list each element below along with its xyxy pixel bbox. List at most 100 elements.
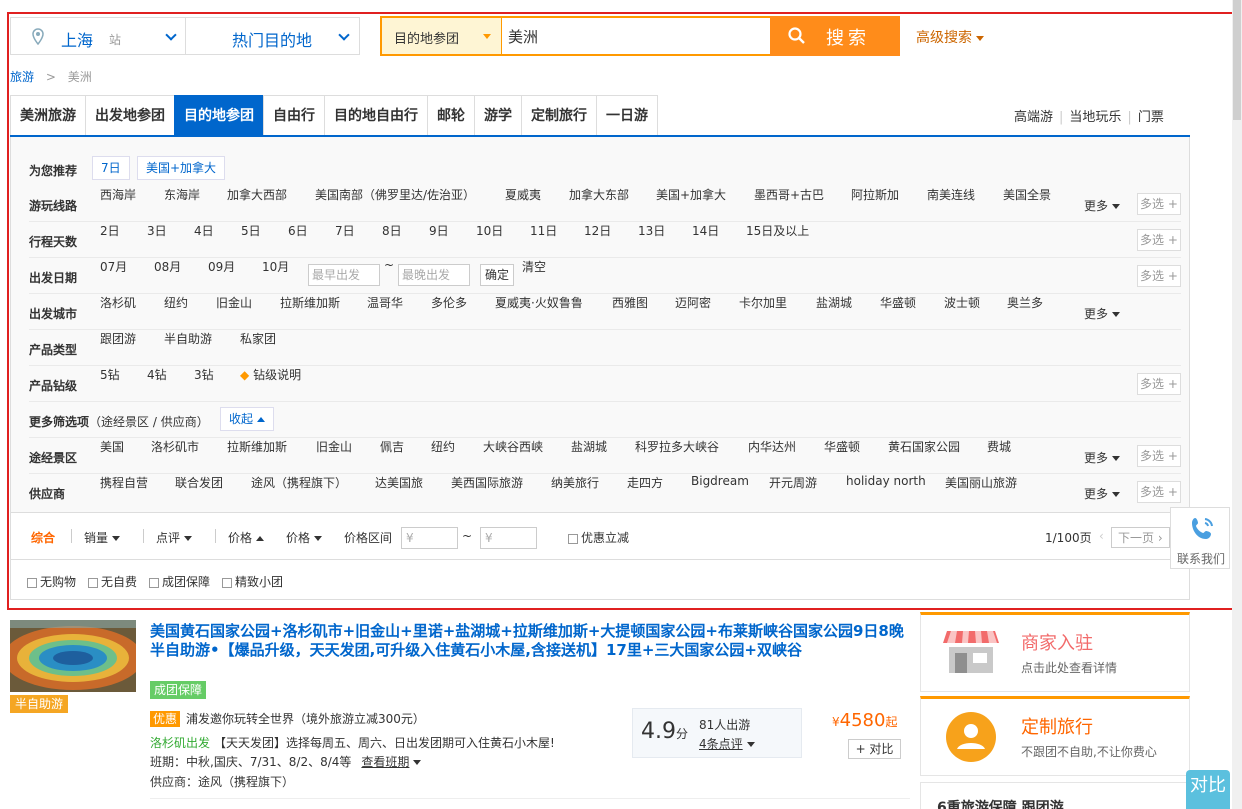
scrollbar-thumb[interactable] xyxy=(1233,0,1241,120)
spot-option[interactable]: 黄石国家公园 xyxy=(888,438,960,455)
date-clear-link[interactable]: 清空 xyxy=(522,258,546,275)
tab-free-travel[interactable]: 自由行 xyxy=(263,95,324,137)
check-no-shopping[interactable]: 无购物 xyxy=(27,573,76,590)
city-option[interactable]: 多伦多 xyxy=(431,294,467,311)
supplier-option[interactable]: 走四方 xyxy=(627,474,663,491)
route-option[interactable]: 加拿大西部 xyxy=(227,186,287,203)
search-button[interactable]: 搜索 xyxy=(770,16,900,56)
date-confirm-button[interactable]: 确定 xyxy=(480,264,514,286)
supplier-option[interactable]: 纳美旅行 xyxy=(551,474,599,491)
price-max-input[interactable]: ¥ xyxy=(480,527,537,549)
link-tickets[interactable]: 门票 xyxy=(1138,110,1164,125)
sort-sales[interactable]: 销量 xyxy=(84,529,121,546)
city-option[interactable]: 洛杉矶 xyxy=(100,294,136,311)
supplier-option[interactable]: 开元周游 xyxy=(769,474,817,491)
days-option[interactable]: 14日 xyxy=(692,222,719,239)
tab-day-trip[interactable]: 一日游 xyxy=(596,95,658,137)
days-option[interactable]: 2日 xyxy=(100,222,120,239)
month-option[interactable]: 08月 xyxy=(154,258,181,275)
days-option[interactable]: 3日 xyxy=(147,222,167,239)
city-option[interactable]: 拉斯维加斯 xyxy=(280,294,340,311)
days-option[interactable]: 12日 xyxy=(584,222,611,239)
type-option[interactable]: 私家团 xyxy=(240,330,276,347)
spot-option[interactable]: 美国 xyxy=(100,438,124,455)
discount-checkbox[interactable]: 优惠立减 xyxy=(568,529,629,546)
search-input[interactable] xyxy=(504,18,770,54)
link-luxury[interactable]: 高端游 xyxy=(1014,110,1053,125)
date-to-input[interactable]: 最晚出发 xyxy=(398,264,470,286)
spot-option[interactable]: 旧金山 xyxy=(316,438,352,455)
custom-travel-card[interactable]: 定制旅行 不跟团不自助,不让你费心 xyxy=(920,696,1190,776)
spot-option[interactable]: 洛杉矶市 xyxy=(151,438,199,455)
days-option[interactable]: 10日 xyxy=(476,222,503,239)
supplier-option[interactable]: holiday north xyxy=(846,474,926,488)
days-option[interactable]: 8日 xyxy=(382,222,402,239)
contact-us-button[interactable]: 联系我们 xyxy=(1170,507,1230,569)
spot-option[interactable]: 纽约 xyxy=(431,438,455,455)
spot-option[interactable]: 佩吉 xyxy=(380,438,404,455)
hot-destination-selector[interactable]: 热门目的地 xyxy=(185,17,360,55)
recommend-chip[interactable]: 7日 xyxy=(92,156,130,180)
spot-option[interactable]: 盐湖城 xyxy=(571,438,607,455)
multi-select-button[interactable]: 多选 + xyxy=(1137,193,1181,215)
price-min-input[interactable]: ¥ xyxy=(401,527,458,549)
days-option[interactable]: 4日 xyxy=(194,222,214,239)
collapse-button[interactable]: 收起 xyxy=(220,407,275,431)
merchant-card[interactable]: 商家入驻 点击此处查看详情 xyxy=(920,612,1190,692)
city-option[interactable]: 华盛顿 xyxy=(880,294,916,311)
multi-select-button[interactable]: 多选 + xyxy=(1137,445,1181,467)
spot-option[interactable]: 内华达州 xyxy=(748,438,796,455)
tab-custom[interactable]: 定制旅行 xyxy=(521,95,596,137)
supplier-option[interactable]: 携程自营 xyxy=(100,474,148,491)
advanced-search-link[interactable]: 高级搜索 xyxy=(916,27,984,47)
sort-price-desc[interactable]: 价格 xyxy=(286,529,323,546)
days-option[interactable]: 5日 xyxy=(241,222,261,239)
search-type-dropdown[interactable]: 目的地参团 xyxy=(382,18,502,54)
tab-destination-free[interactable]: 目的地自由行 xyxy=(324,95,427,137)
level-explain-link[interactable]: ◆ 钻级说明 xyxy=(240,366,301,383)
route-option[interactable]: 墨西哥+古巴 xyxy=(754,186,824,203)
tab-departure-group[interactable]: 出发地参团 xyxy=(85,95,174,137)
check-small-group[interactable]: 精致小团 xyxy=(222,573,283,590)
days-option[interactable]: 7日 xyxy=(335,222,355,239)
level-option[interactable]: 5钻 xyxy=(100,366,120,383)
city-option[interactable]: 波士顿 xyxy=(944,294,980,311)
sort-default[interactable]: 综合 xyxy=(31,529,55,546)
compare-button[interactable]: + 对比 xyxy=(848,739,901,759)
route-option[interactable]: 南美连线 xyxy=(927,186,975,203)
promo-text[interactable]: 浦发邀你玩转全世界（境外旅游立减300元） xyxy=(186,712,425,726)
scrollbar[interactable] xyxy=(1232,0,1242,809)
sort-reviews[interactable]: 点评 xyxy=(156,529,193,546)
tab-study[interactable]: 游学 xyxy=(474,95,521,137)
check-no-self-pay[interactable]: 无自费 xyxy=(88,573,137,590)
days-option[interactable]: 13日 xyxy=(638,222,665,239)
breadcrumb-home[interactable]: 旅游 xyxy=(10,70,34,84)
date-from-input[interactable]: 最早出发 xyxy=(308,264,380,286)
floating-compare-button[interactable]: 对比 xyxy=(1186,770,1230,809)
more-button[interactable]: 更多 xyxy=(1084,197,1121,214)
city-option[interactable]: 温哥华 xyxy=(367,294,403,311)
next-page-button[interactable]: 下一页 › xyxy=(1111,527,1170,548)
product-image[interactable] xyxy=(10,620,136,692)
multi-select-button[interactable]: 多选 + xyxy=(1137,481,1181,503)
route-option[interactable]: 美国南部（佛罗里达/佐治亚） xyxy=(315,186,475,203)
recommend-chip[interactable]: 美国+加拿大 xyxy=(137,156,226,180)
city-option[interactable]: 奥兰多 xyxy=(1007,294,1043,311)
more-button[interactable]: 更多 xyxy=(1084,449,1121,466)
route-option[interactable]: 阿拉斯加 xyxy=(851,186,899,203)
days-option[interactable]: 11日 xyxy=(530,222,557,239)
tab-cruise[interactable]: 邮轮 xyxy=(427,95,474,137)
city-option[interactable]: 盐湖城 xyxy=(816,294,852,311)
city-option[interactable]: 西雅图 xyxy=(612,294,648,311)
month-option[interactable]: 07月 xyxy=(100,258,127,275)
level-option[interactable]: 4钻 xyxy=(147,366,167,383)
spot-option[interactable]: 大峡谷西峡 xyxy=(483,438,543,455)
month-option[interactable]: 10月 xyxy=(262,258,289,275)
product-title[interactable]: 美国黄石国家公园+洛杉矶市+旧金山+里诺+盐湖城+拉斯维加斯+大提顿国家公园+布… xyxy=(150,622,910,660)
more-button[interactable]: 更多 xyxy=(1084,305,1121,322)
days-option[interactable]: 9日 xyxy=(429,222,449,239)
reviews-link[interactable]: 4条点评 xyxy=(699,735,755,752)
city-option[interactable]: 旧金山 xyxy=(216,294,252,311)
days-option[interactable]: 6日 xyxy=(288,222,308,239)
route-option[interactable]: 东海岸 xyxy=(164,186,200,203)
